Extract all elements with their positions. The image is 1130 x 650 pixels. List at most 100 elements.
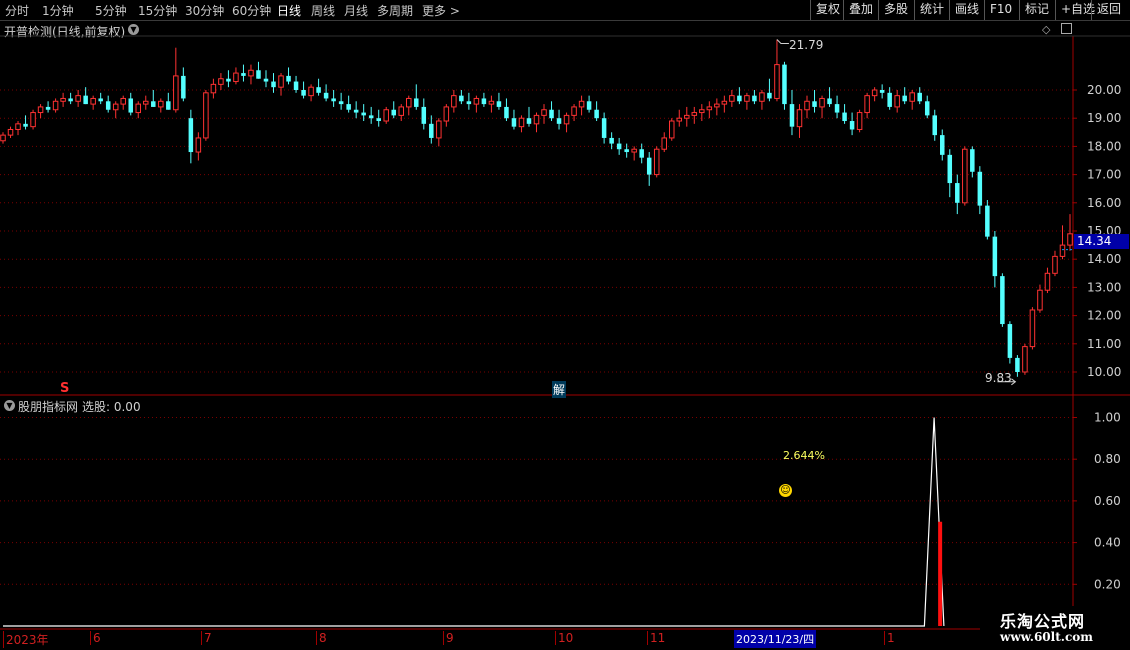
indicator-chevron-icon[interactable]: ▼ — [4, 400, 15, 411]
candle-body-up — [563, 114, 570, 125]
price-axis-label: 14.00 — [1087, 252, 1121, 266]
low-price-label: 9.83 — [985, 371, 1012, 385]
candle-body-down — [459, 95, 464, 102]
stats-button[interactable]: 统计 — [914, 0, 949, 20]
candle-body-down — [105, 101, 111, 110]
period-tab-multi[interactable]: 多周期 — [377, 2, 413, 19]
candle-body-up — [721, 100, 728, 105]
candle-body-down — [646, 157, 652, 175]
release-marker: 解 — [552, 381, 567, 398]
candle-body-down — [511, 118, 517, 127]
date-axis-label: 1 — [884, 631, 895, 645]
candle-body-down — [1007, 324, 1013, 358]
candle-body-down — [23, 123, 28, 127]
period-tab-fenshi[interactable]: 分时 — [5, 2, 29, 19]
mark-button[interactable]: 标记 — [1019, 0, 1054, 20]
candle-body-down — [782, 64, 787, 105]
percent-label: 2.644% — [783, 449, 825, 462]
diamond-icon[interactable]: ◇ — [1042, 23, 1050, 36]
candle-body-up — [120, 97, 126, 105]
period-tab-daily[interactable]: 日线 — [277, 2, 301, 19]
candle-body-down — [293, 81, 299, 90]
smiley-icon: ☺ — [779, 484, 792, 497]
period-tab-15min[interactable]: 15分钟 — [138, 2, 177, 19]
candle-body-up — [195, 137, 202, 153]
period-toolbar: 分时 1分钟 5分钟 15分钟 30分钟 60分钟 日线 周线 月线 多周期 更… — [0, 0, 1130, 21]
period-tab-monthly[interactable]: 月线 — [344, 2, 368, 19]
chevron-down-icon[interactable]: ▼ — [128, 24, 139, 35]
current-price-tag: 14.34 — [1074, 234, 1129, 249]
candle-body-down — [1015, 357, 1020, 372]
candle-body-down — [955, 183, 960, 203]
candle-body-up — [1029, 309, 1036, 348]
candle-body-up — [203, 92, 209, 139]
candle-body-down — [368, 115, 374, 119]
period-tab-1min[interactable]: 1分钟 — [42, 2, 74, 19]
candle-body-down — [947, 154, 953, 184]
candle-body-down — [752, 95, 757, 102]
watermark-url: www.60lt.com — [1000, 630, 1093, 644]
candle-body-up — [1067, 233, 1073, 246]
candle-body-down — [977, 171, 983, 206]
date-axis-label: 9 — [443, 631, 454, 645]
candle-body-down — [98, 98, 103, 102]
candle-body-up — [210, 83, 217, 94]
sell-marker: S — [60, 381, 70, 396]
candle-body-up — [52, 100, 59, 111]
candle-body-down — [346, 104, 351, 110]
overlay-button[interactable]: 叠加 — [843, 0, 878, 20]
candle-body-up — [571, 106, 577, 116]
back-button[interactable]: 返回 — [1091, 0, 1126, 20]
candle-body-up — [668, 120, 675, 139]
window-toggle-icon[interactable] — [1061, 23, 1072, 34]
fuquan-button[interactable]: 复权 — [810, 0, 845, 20]
candle-body-up — [706, 106, 713, 111]
candle-body-down — [226, 78, 231, 82]
candle-body-up — [436, 120, 442, 139]
candle-body-down — [68, 98, 73, 102]
candle-body-up — [856, 112, 863, 130]
candle-body-up — [714, 103, 720, 108]
period-tab-60min[interactable]: 60分钟 — [232, 2, 271, 19]
candle-body-down — [842, 112, 847, 122]
candle-body-up — [7, 128, 14, 136]
watermark-title: 乐淘公式网 — [1000, 612, 1086, 631]
multi-stock-button[interactable]: 多股 — [878, 0, 913, 20]
period-tab-30min[interactable]: 30分钟 — [185, 2, 224, 19]
candle-body-down — [271, 81, 276, 88]
candle-body-down — [601, 118, 607, 138]
candle-body-up — [233, 72, 239, 83]
indicator-name: 股朋指标网 — [18, 400, 79, 414]
date-axis-label: 10 — [555, 631, 573, 645]
candle-body-down — [496, 101, 502, 107]
candle-body-down — [166, 101, 171, 110]
candle-body-up — [0, 134, 6, 142]
watermark: 乐淘公式网 www.60lt.com — [980, 606, 1130, 650]
candle-body-down — [917, 92, 922, 102]
candle-body-up — [676, 117, 683, 122]
period-tab-more[interactable]: 更多 > — [422, 2, 460, 19]
candle-body-up — [691, 112, 698, 116]
candle-body-up — [218, 78, 224, 85]
candle-body-up — [90, 97, 96, 105]
cursor-date-label: 2023/11/23/四 — [734, 630, 817, 648]
period-tab-5min[interactable]: 5分钟 — [95, 2, 127, 19]
candle-body-down — [556, 118, 562, 124]
candle-body-down — [181, 75, 186, 99]
period-tab-weekly[interactable]: 周线 — [311, 2, 335, 19]
price-axis-label: 19.00 — [1087, 111, 1121, 125]
candle-body-up — [248, 69, 254, 77]
candle-body-up — [533, 114, 540, 125]
date-axis-label: 8 — [316, 631, 327, 645]
price-axis-label: 12.00 — [1087, 309, 1121, 323]
candle-body-down — [849, 121, 855, 130]
candle-body-down — [970, 149, 975, 172]
draw-line-button[interactable]: 画线 — [949, 0, 984, 20]
candle-body-up — [473, 97, 480, 105]
candle-body-up — [744, 95, 750, 102]
candle-body-up — [759, 92, 765, 102]
candle-body-down — [286, 75, 291, 82]
candle-body-up — [796, 109, 803, 128]
f10-button[interactable]: F10 — [984, 0, 1017, 20]
candle-body-up — [112, 103, 119, 111]
